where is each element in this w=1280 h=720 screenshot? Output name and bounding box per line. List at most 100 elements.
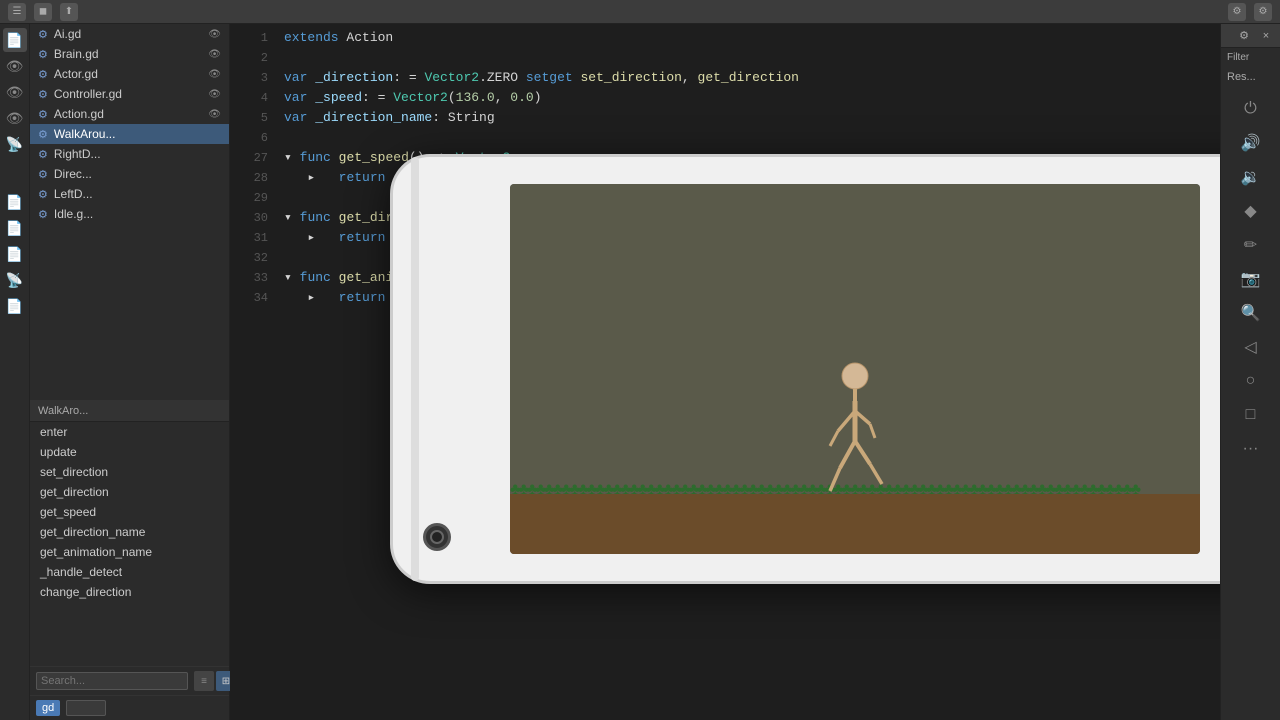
code-line: 2 [230, 48, 1220, 68]
scene-btn[interactable]: ◼ [34, 3, 52, 21]
code-content: var _speed: = Vector2(136.0, 0.0) [284, 88, 542, 108]
file-tree-panel: ⚙Ai.gd👁⚙Brain.gd👁⚙Actor.gd👁⚙Controller.g… [30, 24, 229, 400]
search-input[interactable] [36, 672, 188, 690]
file-label: RightD... [54, 147, 101, 161]
file-label: WalkArou... [54, 127, 116, 141]
diamond-icon[interactable]: ◆ [1237, 197, 1265, 225]
code-line: 5var _direction_name: String [230, 108, 1220, 128]
method-item[interactable]: get_animation_name [30, 542, 229, 562]
file-tree-item[interactable]: ⚙Ai.gd👁 [30, 24, 229, 44]
line-number: 33 [238, 268, 268, 288]
ground [510, 494, 1200, 554]
file-tree-item[interactable]: ⚙ LeftD... [30, 184, 229, 204]
gear-icon: ⚙ [38, 128, 48, 141]
right-icons: ⏻ 🔊 🔉 ◆ ✏ 📷 🔍 ◁ ○ □ ··· [1221, 87, 1280, 471]
method-item[interactable]: enter [30, 422, 229, 442]
method-item[interactable]: change_direction [30, 582, 229, 602]
right-panel-header: ⚙ × [1221, 24, 1280, 48]
script3-icon[interactable]: 📄 [3, 216, 27, 240]
phone-left-strip [411, 157, 419, 581]
script4-icon[interactable]: 📄 [3, 242, 27, 266]
method-item[interactable]: get_speed [30, 502, 229, 522]
code-content: extends Action [284, 28, 393, 48]
gear-icon: ⚙ [38, 28, 48, 41]
file-tree-item[interactable]: ⚙RightD... [30, 144, 229, 164]
code-line: 1 extends Action [230, 28, 1220, 48]
gear-icon: ⚙ [38, 48, 48, 61]
file-label: Actor.gd [54, 67, 98, 81]
debug-btn[interactable]: ⚙ [1228, 3, 1246, 21]
eye-icon: 👁 [208, 109, 221, 120]
walking-figure [820, 356, 890, 499]
gear-icon: ⚙ [38, 188, 48, 201]
eye3-icon[interactable]: 👁 [3, 106, 27, 130]
script2-icon[interactable]: 📄 [3, 190, 27, 214]
eye-icon: 👁 [208, 89, 221, 100]
back-icon[interactable]: ◁ [1237, 333, 1265, 361]
eye-icon: 👁 [208, 69, 221, 80]
method-item[interactable]: get_direction_name [30, 522, 229, 542]
file-tree-item[interactable]: ⚙Actor.gd👁 [30, 64, 229, 84]
file-label: Controller.gd [54, 87, 122, 101]
code-editor: 1extends Action23var _direction: = Vecto… [230, 24, 1220, 720]
file-tree-item[interactable]: ⚙ Controller.gd 👁 [30, 84, 229, 104]
method-item[interactable]: update [30, 442, 229, 462]
method-list: enterupdateset_directionget_directionget… [30, 422, 229, 666]
zoom-in-icon[interactable]: 🔍 [1237, 299, 1265, 327]
eye-icon[interactable]: 👁 [3, 54, 27, 78]
file-tree-item[interactable]: ⚙ WalkArou... [30, 124, 229, 144]
eye-icon: 👁 [208, 29, 221, 40]
line-number: 29 [238, 188, 268, 208]
eraser-icon[interactable]: ✏ [1237, 231, 1265, 259]
file-tree-list: ⚙Ai.gd👁⚙Brain.gd👁⚙Actor.gd👁⚙Controller.g… [30, 24, 229, 224]
settings-btn[interactable]: ⚙ [1254, 3, 1272, 21]
script5-icon[interactable]: 📄 [3, 294, 27, 318]
search-bar: ≡ ⊞ [30, 666, 229, 695]
volume-down-icon[interactable]: 🔉 [1237, 163, 1265, 191]
file-label: LeftD... [54, 187, 93, 201]
file-tree-item[interactable]: ⚙Direc... [30, 164, 229, 184]
camera-icon[interactable]: 📷 [1237, 265, 1265, 293]
volume-up-icon[interactable]: 🔊 [1237, 129, 1265, 157]
rss2-icon[interactable]: 📡 [3, 268, 27, 292]
eye-icon: 👁 [208, 49, 221, 60]
file-label: Action.gd [54, 107, 104, 121]
gear-icon: ⚙ [38, 88, 48, 101]
right-panel-settings-btn[interactable]: ⚙ [1236, 28, 1252, 44]
method-item[interactable]: get_direction [30, 482, 229, 502]
line-number: 28 [238, 168, 268, 188]
power-icon[interactable]: ⏻ [1237, 95, 1265, 123]
method-item[interactable]: set_direction [30, 462, 229, 482]
line-number: 31 [238, 228, 268, 248]
filter-label: Filter [1221, 48, 1280, 67]
file-tree-item[interactable]: ⚙ Brain.gd 👁 [30, 44, 229, 64]
file-tree-item[interactable]: ⚙ Action.gd 👁 [30, 104, 229, 124]
code-line: 6 [230, 128, 1220, 148]
circle-icon[interactable]: ○ [1237, 367, 1265, 395]
line-number: 1 [238, 28, 268, 48]
phone-overlay: — × [390, 154, 1220, 584]
code-content: var _direction: = Vector2.ZERO setget se… [284, 68, 799, 88]
line-number: 4 [238, 88, 268, 108]
node-toggle[interactable] [66, 700, 106, 716]
file-tree-item[interactable]: ⚙Idle.g... [30, 204, 229, 224]
file-label: Brain.gd [54, 47, 99, 61]
res-label: Res... [1221, 67, 1280, 87]
right-panel-close-btn[interactable]: × [1258, 28, 1274, 44]
script-icon[interactable]: 📄 [3, 28, 27, 52]
menu-btn[interactable]: ☰ [8, 3, 26, 21]
top-bar: ☰ ◼ ⬆ ⚙ ⚙ [0, 0, 1280, 24]
more-icon[interactable]: ··· [1237, 435, 1265, 463]
phone-camera-lens [430, 530, 444, 544]
square-icon[interactable]: □ [1237, 401, 1265, 429]
import-btn[interactable]: ⬆ [60, 3, 78, 21]
gear-icon: ⚙ [38, 208, 48, 221]
right-panel: ⚙ × Filter Res... ⏻ 🔊 🔉 ◆ ✏ 📷 🔍 ◁ ○ □ ··· [1220, 24, 1280, 720]
list-view-btn[interactable]: ≡ [194, 671, 214, 691]
gear-icon: ⚙ [38, 108, 48, 121]
method-item[interactable]: _handle_detect [30, 562, 229, 582]
line-number: 6 [238, 128, 268, 148]
eye2-icon[interactable]: 👁 [3, 80, 27, 104]
methods-panel-title: WalkAro... [30, 401, 229, 422]
rss-icon[interactable]: 📡 [3, 132, 27, 156]
